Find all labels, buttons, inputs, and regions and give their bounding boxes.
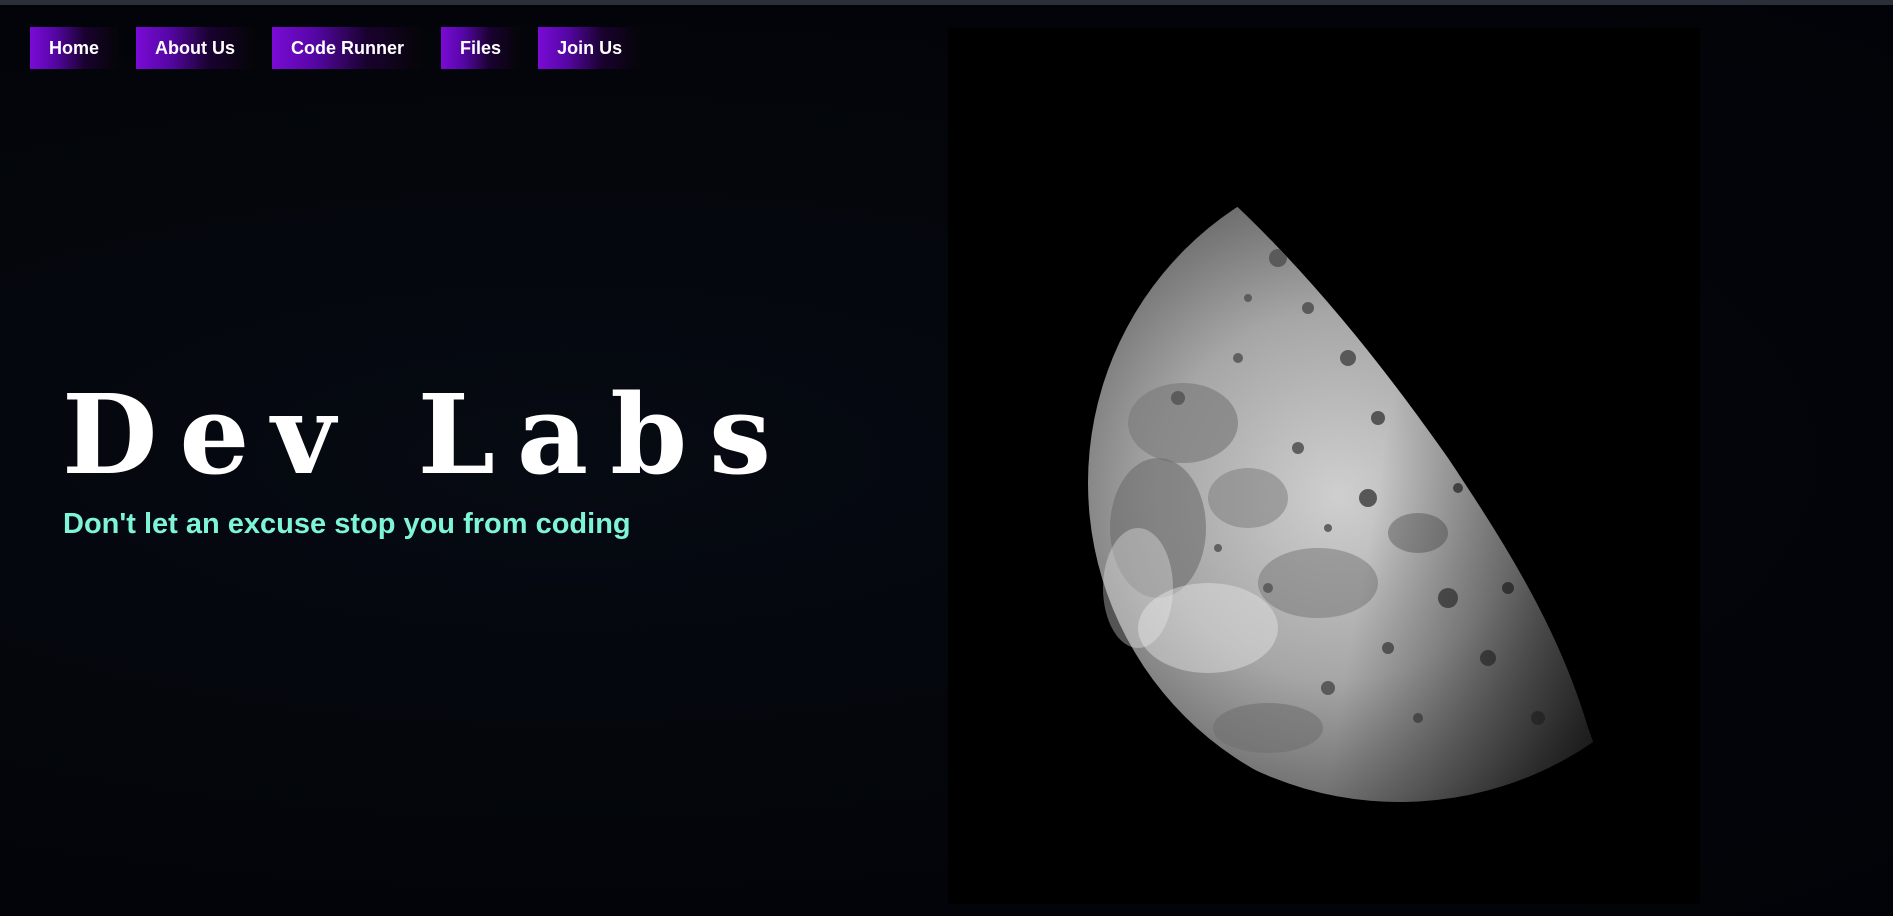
hero-title: Dev Labs <box>62 370 794 499</box>
nav-home[interactable]: Home <box>30 27 119 69</box>
nav-join-us[interactable]: Join Us <box>538 27 642 69</box>
nav-code-runner[interactable]: Code Runner <box>272 27 424 69</box>
nav-files[interactable]: Files <box>441 27 521 69</box>
nav-about-us[interactable]: About Us <box>136 27 255 69</box>
main-nav: Home About Us Code Runner Files Join Us <box>30 27 642 69</box>
browser-top-strip <box>0 0 1893 5</box>
hero-subtitle: Don't let an excuse stop you from coding <box>63 508 631 540</box>
page: Home About Us Code Runner Files Join Us … <box>0 0 1893 916</box>
moon-image <box>948 28 1700 904</box>
moon-illustration <box>1057 178 1594 803</box>
